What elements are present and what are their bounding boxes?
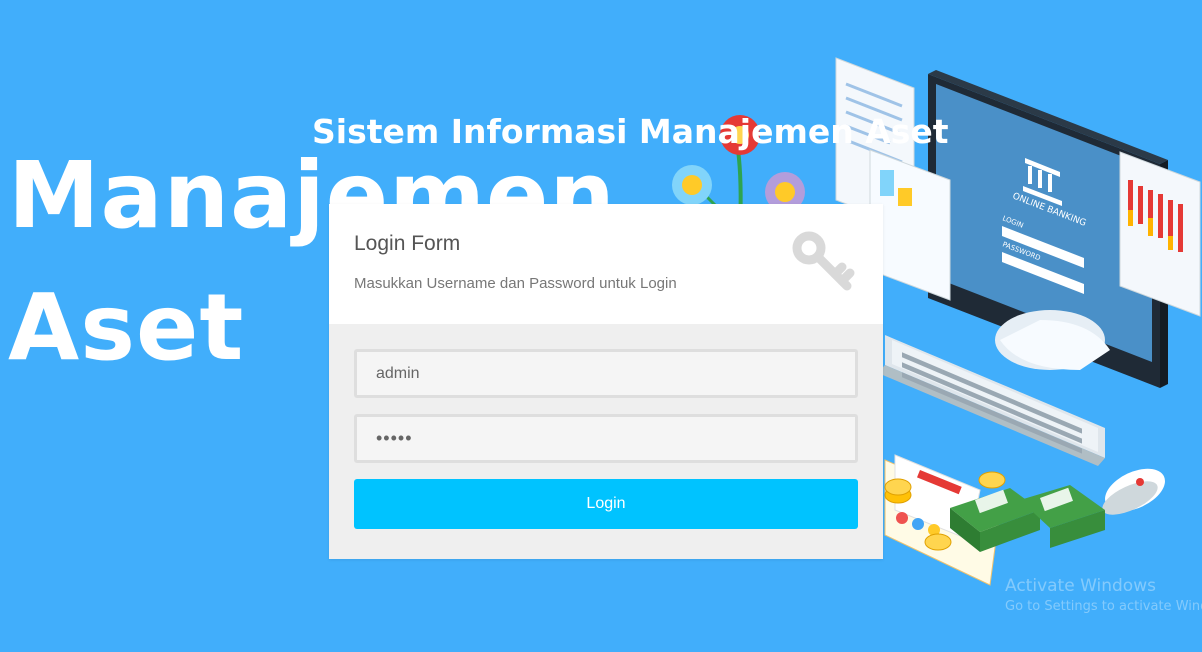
- login-form-subtitle: Masukkan Username dan Password untuk Log…: [354, 275, 677, 292]
- windows-activation-watermark: Activate Windows Go to Settings to activ…: [1005, 575, 1202, 617]
- login-card-header: Login Form Masukkan Username dan Passwor…: [329, 204, 883, 324]
- hero-title-line-2: Aset: [8, 274, 245, 381]
- username-input[interactable]: [354, 349, 858, 398]
- password-input[interactable]: [354, 414, 858, 463]
- login-form-title: Login Form: [354, 232, 461, 255]
- login-card: Login Form Masukkan Username dan Passwor…: [329, 204, 883, 559]
- mouse: [1102, 468, 1165, 515]
- watermark-subtitle: Go to Settings to activate Windows.: [1005, 599, 1202, 614]
- watermark-title: Activate Windows: [1005, 576, 1156, 596]
- system-title: Sistem Informasi Manajemen Aset: [312, 112, 949, 151]
- login-button[interactable]: Login: [354, 479, 858, 529]
- key-icon: [792, 231, 855, 291]
